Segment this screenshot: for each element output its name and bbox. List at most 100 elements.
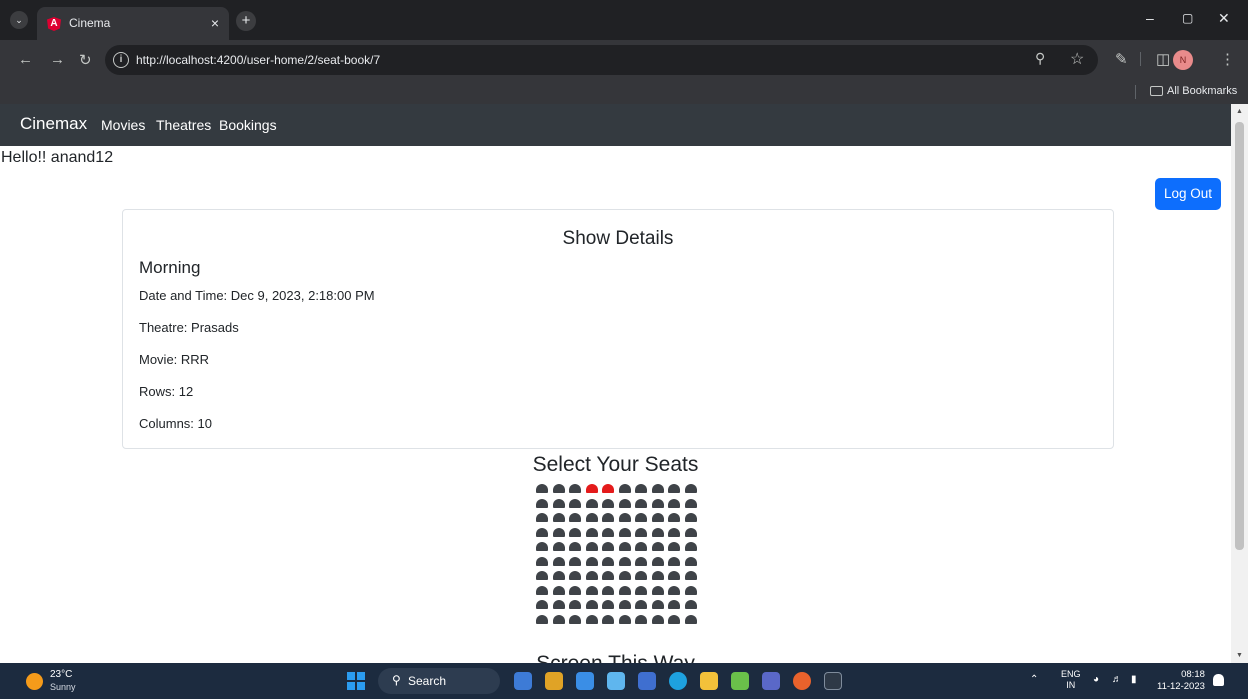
seat-available[interactable] [602,542,614,551]
seat-available[interactable] [536,614,548,624]
minimize-icon[interactable]: – [1146,10,1154,26]
seat-available[interactable] [618,527,631,537]
seat-available[interactable] [569,585,581,595]
site-info-icon[interactable]: i [113,52,129,68]
seat-available[interactable] [635,614,647,624]
clock[interactable]: 08:18 11-12-2023 [1157,669,1205,693]
sun-icon[interactable] [26,673,43,690]
seat-available[interactable] [536,571,548,580]
taskbar-search[interactable]: ⚲ Search [378,668,500,694]
chrome-menu-icon[interactable]: ⋮ [1220,50,1235,68]
url-text[interactable]: http://localhost:4200/user-home/2/seat-b… [136,53,380,67]
seat-available[interactable] [684,571,697,580]
seat-available[interactable] [635,571,647,580]
seat-available[interactable] [684,527,697,537]
side-panel-icon[interactable]: ◫ [1156,50,1170,68]
browser-tab[interactable]: A Cinema × [37,7,229,40]
seat-available[interactable] [684,585,697,595]
seat-available[interactable] [635,513,647,522]
temperature-text[interactable]: 23°C [50,669,72,680]
seat-available[interactable] [585,571,598,580]
seat-available[interactable] [552,498,565,508]
seat-available[interactable] [552,614,565,624]
seat-available[interactable] [651,484,664,493]
teams-icon[interactable] [762,672,780,690]
language-indicator[interactable]: ENG IN [1061,669,1081,691]
seat-available[interactable] [602,585,614,595]
password-key-icon[interactable]: ⚲ [1035,50,1045,67]
seat-available[interactable] [651,585,664,595]
seat-available[interactable] [668,527,680,537]
terminal-icon[interactable] [824,672,842,690]
weather-condition-text[interactable]: Sunny [50,682,76,692]
seat-available[interactable] [585,527,598,537]
seat-available[interactable] [618,513,631,522]
notification-bell-icon[interactable] [1213,674,1224,686]
seat-available[interactable] [668,600,680,609]
seat-available[interactable] [602,614,614,624]
seat-available[interactable] [618,498,631,508]
seat-available[interactable] [684,484,697,493]
seat-available[interactable] [684,556,697,566]
new-tab-icon[interactable]: + [236,11,256,31]
seat-available[interactable] [569,556,581,566]
folder-icon[interactable] [1150,86,1163,96]
seat-available[interactable] [635,484,647,493]
seat-available[interactable] [552,513,565,522]
seat-available[interactable] [618,556,631,566]
seat-available[interactable] [635,556,647,566]
seat-available[interactable] [585,600,598,609]
seat-available[interactable] [536,513,548,522]
widgets-icon[interactable] [545,672,563,690]
page-scrollbar[interactable]: ▲ ▼ [1231,104,1248,663]
seat-available[interactable] [651,556,664,566]
chat-icon[interactable] [607,672,625,690]
eclipse-icon[interactable] [731,672,749,690]
seat-available[interactable] [668,498,680,508]
seat-available[interactable] [635,527,647,537]
seat-available[interactable] [651,614,664,624]
seat-available[interactable] [668,484,680,493]
seat-available[interactable] [651,498,664,508]
seat-available[interactable] [569,484,581,493]
seat-available[interactable] [569,600,581,609]
seat-available[interactable] [651,542,664,551]
tab-search-chevron-icon[interactable]: ⌄ [10,11,28,29]
seat-available[interactable] [684,542,697,551]
seat-available[interactable] [618,585,631,595]
battery-icon[interactable]: ▮ [1131,674,1137,685]
seat-available[interactable] [602,498,614,508]
seat-available[interactable] [668,513,680,522]
scroll-down-icon[interactable]: ▼ [1236,652,1243,659]
chrome-icon[interactable] [793,672,811,690]
seat-available[interactable] [552,585,565,595]
seat-available[interactable] [536,484,548,493]
seat-available[interactable] [602,600,614,609]
scroll-up-icon[interactable]: ▲ [1236,108,1243,115]
seat-available[interactable] [536,600,548,609]
edge-icon[interactable] [669,672,687,690]
volume-icon[interactable]: ♬ [1112,674,1122,685]
seat-available[interactable] [684,513,697,522]
task-view-icon[interactable] [576,672,594,690]
nav-link-bookings[interactable]: Bookings [219,117,277,133]
seat-booked[interactable] [585,484,598,493]
seat-available[interactable] [585,556,598,566]
profile-avatar[interactable]: N [1173,50,1193,70]
seat-booked[interactable] [602,484,614,493]
seat-available[interactable] [536,585,548,595]
file-explorer-icon[interactable] [700,672,718,690]
tab-close-icon[interactable]: × [211,15,219,31]
seat-available[interactable] [536,556,548,566]
seat-available[interactable] [635,585,647,595]
seat-available[interactable] [684,498,697,508]
seat-available[interactable] [569,542,581,551]
seat-available[interactable] [552,484,565,493]
seat-available[interactable] [635,600,647,609]
store-icon[interactable] [638,672,656,690]
seat-available[interactable] [552,556,565,566]
seat-available[interactable] [618,542,631,551]
reload-icon[interactable]: ↻ [79,51,92,69]
address-bar[interactable]: i http://localhost:4200/user-home/2/seat… [105,45,1098,75]
seat-available[interactable] [585,614,598,624]
